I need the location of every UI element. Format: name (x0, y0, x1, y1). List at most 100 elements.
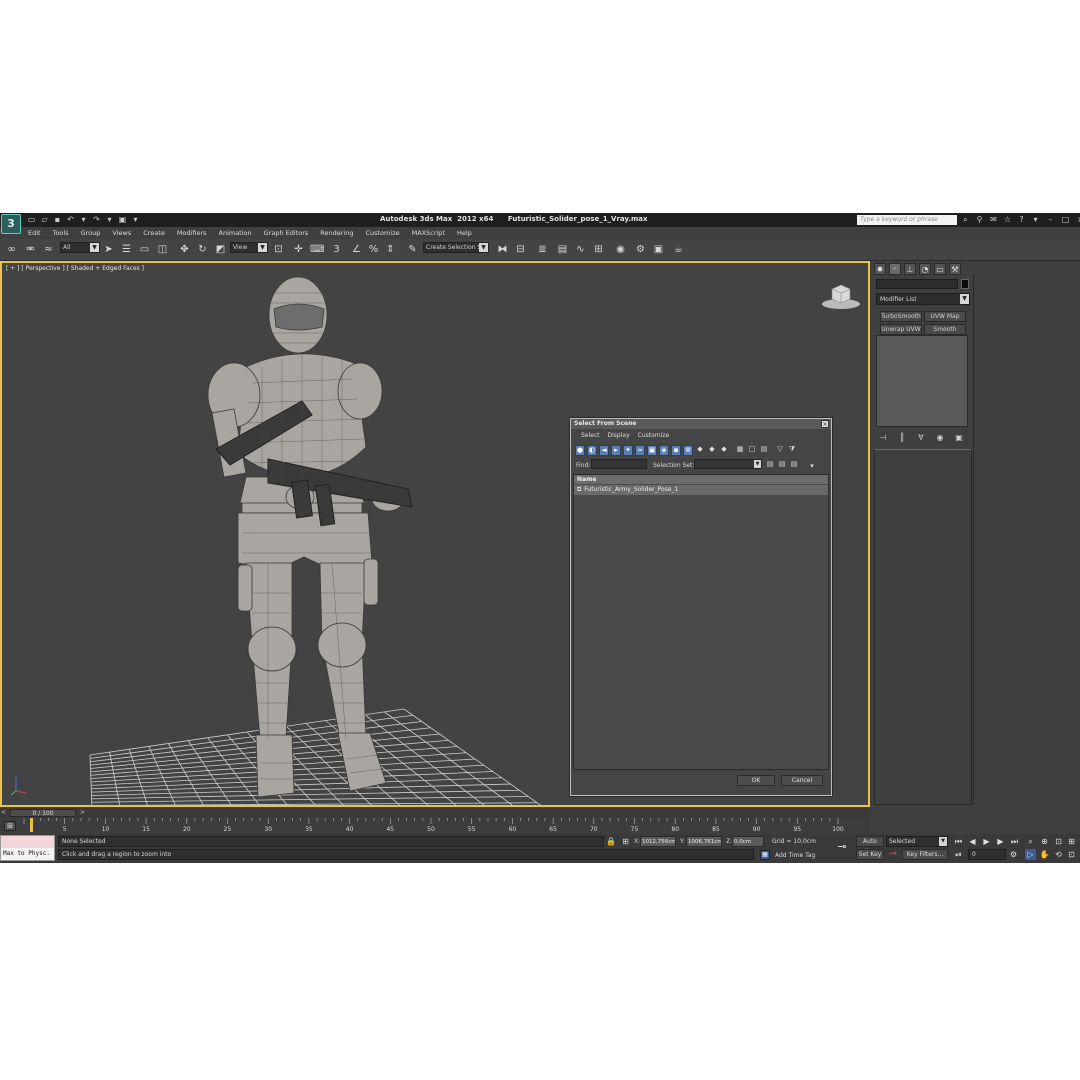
project-folder-icon[interactable]: ▣ (118, 215, 127, 224)
menu-maxscript[interactable]: MAXScript (406, 227, 451, 239)
configure-modifier-sets-icon[interactable]: ▣ (954, 433, 964, 443)
select-invert-icon[interactable]: ▤ (759, 445, 769, 456)
new-file-icon[interactable]: ▭ (27, 215, 36, 224)
motion-tab-icon[interactable]: ◔ (919, 263, 931, 275)
maximize-icon[interactable]: □ (1061, 215, 1070, 224)
time-configuration-icon[interactable]: ⚙ (1008, 849, 1019, 860)
menu-graph-editors[interactable]: Graph Editors (258, 227, 315, 239)
key-mode-toggle-icon[interactable]: ⏯ (953, 849, 964, 860)
close-icon[interactable]: × (821, 420, 829, 428)
filter-options-icon[interactable]: ⧩ (787, 445, 797, 456)
rectangular-region-icon[interactable]: ▭ (138, 243, 151, 256)
menu-views[interactable]: Views (106, 227, 137, 239)
undo-icon[interactable]: ↶ (66, 215, 75, 224)
trackbar[interactable]: ⊞ 5 10 15 20 25 30 35 40 45 50 55 60 65 70 75 80 85 90 95 1… (0, 818, 870, 834)
help-search-input[interactable]: Type a keyword or phrase (857, 215, 957, 225)
time-tag-icon[interactable]: ▦ (760, 850, 770, 860)
expand-dropdown-icon[interactable]: ▾ (807, 462, 817, 473)
zoom-extents-all-icon[interactable]: ⊞ (1066, 836, 1077, 847)
turbosmooth-button[interactable]: TurboSmooth (880, 311, 922, 322)
scene-object-list[interactable]: Name ⧉ Futuristic_Army_Solider_Pose_1 (573, 474, 829, 770)
create-tab-icon[interactable]: ✸ (874, 263, 886, 275)
zoom-icon[interactable]: ⌕ (1025, 836, 1036, 847)
subscription-icon[interactable]: ⚲ (975, 215, 984, 224)
z-coord-field[interactable]: 0,0cm (732, 836, 764, 847)
modifier-stack[interactable] (876, 335, 968, 427)
object-name-field[interactable] (876, 279, 958, 289)
display-none-icon[interactable]: ◆ (695, 445, 705, 456)
auto-key-button[interactable]: Auto Key (856, 836, 884, 855)
previous-frame-icon[interactable]: ◀ (967, 836, 978, 847)
reference-coordinate-dropdown[interactable]: View ▼ (230, 242, 268, 253)
set-key-button[interactable]: Set Key (856, 849, 884, 860)
rendered-frame-window-icon[interactable]: ▣ (652, 243, 665, 256)
orbit-icon[interactable]: ⟲ (1053, 849, 1064, 860)
key-icon[interactable]: ⊸ (834, 840, 850, 854)
key-filters-button[interactable]: Key Filters... (902, 849, 948, 860)
dialog-menu-customize[interactable]: Customize (634, 431, 674, 441)
key-mode-dropdown[interactable]: Selected ▼ (886, 836, 948, 847)
ok-button[interactable]: OK (737, 775, 775, 786)
display-children-icon[interactable]: ◆ (719, 445, 729, 456)
show-end-result-icon[interactable]: ║ (897, 433, 907, 443)
time-slider-handle[interactable]: 0 / 100 (10, 809, 76, 817)
pivot-center-icon[interactable]: ⊡ (272, 243, 285, 256)
make-unique-icon[interactable]: ∀ (916, 433, 926, 443)
graphite-ribbon-icon[interactable]: ▤ (556, 243, 569, 256)
menu-edit[interactable]: Edit (22, 227, 47, 239)
x-coord-field[interactable]: 1012,756cm (640, 836, 676, 847)
object-color-swatch[interactable] (961, 279, 969, 289)
redo-icon[interactable]: ↷ (92, 215, 101, 224)
selection-set-select-icon[interactable]: ▤ (789, 460, 799, 471)
scale-icon[interactable]: ◩ (214, 243, 227, 256)
select-object-icon[interactable]: ➤ (102, 243, 115, 256)
schematic-view-icon[interactable]: ⊞ (592, 243, 605, 256)
maxscript-mini-listener[interactable]: Max to Physc. (0, 835, 55, 861)
modify-tab-icon[interactable]: ◜ (889, 263, 901, 275)
open-file-icon[interactable]: ▱ (40, 215, 49, 224)
selection-set-remove-icon[interactable]: ▤ (777, 460, 787, 471)
list-item[interactable]: ⧉ Futuristic_Army_Solider_Pose_1 (574, 485, 828, 495)
render-setup-icon[interactable]: ⚙ (634, 243, 647, 256)
modifier-list-dropdown[interactable]: Modifier List ▼ (876, 293, 970, 305)
menu-modifiers[interactable]: Modifiers (171, 227, 213, 239)
edit-named-selection-icon[interactable]: ✎ (406, 243, 419, 256)
select-none-icon[interactable]: □ (747, 445, 757, 456)
help-icon[interactable]: ? (1017, 215, 1026, 224)
go-to-start-icon[interactable]: ⏮ (953, 836, 964, 847)
help-dropdown-icon[interactable]: ▾ (1031, 215, 1040, 224)
pan-view-icon[interactable]: ✋ (1039, 849, 1050, 860)
app-logo-icon[interactable]: 3 (1, 214, 21, 234)
add-time-tag-button[interactable]: Add Time Tag (775, 852, 815, 859)
percent-snap-icon[interactable]: % (367, 243, 380, 256)
menu-tools[interactable]: Tools (47, 227, 75, 239)
dialog-menu-display[interactable]: Display (604, 431, 634, 441)
zoom-extents-icon[interactable]: ⊡ (1053, 836, 1064, 847)
maxscript-macro-recorder[interactable] (1, 836, 54, 848)
selection-set-add-icon[interactable]: ▤ (765, 460, 775, 471)
hierarchy-tab-icon[interactable]: ⊥ (904, 263, 916, 275)
time-slider-prev-button[interactable]: < (1, 809, 6, 816)
save-file-icon[interactable]: ▪ (53, 215, 62, 224)
menu-customize[interactable]: Customize (359, 227, 405, 239)
selection-filter-dropdown[interactable]: All ▼ (60, 242, 100, 253)
menu-animation[interactable]: Animation (213, 227, 258, 239)
menu-group[interactable]: Group (75, 227, 107, 239)
column-header-name[interactable]: Name (574, 475, 828, 484)
display-helpers-icon[interactable]: ✦ (623, 445, 633, 456)
display-invert-icon[interactable]: ◆ (707, 445, 717, 456)
unwrap-uvw-button[interactable]: Unwrap UVW (880, 324, 922, 335)
selection-set-dropdown[interactable]: ▼ (694, 459, 762, 469)
time-slider[interactable]: < 0 / 100 > (0, 808, 870, 818)
display-xrefs-icon[interactable]: ◈ (659, 445, 669, 456)
named-selection-sets-dropdown[interactable]: Create Selection Se ▼ (423, 242, 489, 253)
select-all-icon[interactable]: ▦ (735, 445, 745, 456)
maximize-viewport-icon[interactable]: ⊡ (1066, 849, 1077, 860)
spinner-snap-icon[interactable]: ⇕ (384, 243, 397, 256)
link-icon[interactable]: ∞ (5, 243, 18, 256)
selection-lock-icon[interactable]: 🔒 (606, 837, 616, 846)
undo-dropdown-icon[interactable]: ▾ (79, 215, 88, 224)
dialog-title[interactable]: Select From Scene (571, 419, 831, 429)
communication-icon[interactable]: ✉ (989, 215, 998, 224)
align-icon[interactable]: ⊟ (514, 243, 527, 256)
